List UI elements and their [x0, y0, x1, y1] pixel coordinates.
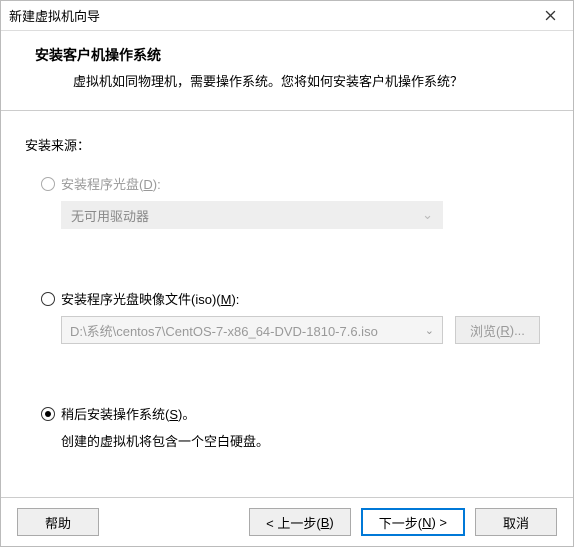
radio-installer-disc[interactable]: 安装程序光盘(D):: [41, 174, 549, 193]
wizard-footer: 帮助 < 上一步(B) 下一步(N) > 取消: [1, 497, 573, 546]
page-subheading: 虚拟机如同物理机，需要操作系统。您将如何安装客户机操作系统？: [73, 71, 553, 90]
radio-icon: [41, 407, 55, 421]
help-button[interactable]: 帮助: [17, 508, 99, 536]
radio-label-later: 稍后安装操作系统(S)。: [61, 404, 195, 423]
wizard-header: 安装客户机操作系统 虚拟机如同物理机，需要操作系统。您将如何安装客户机操作系统？: [1, 31, 573, 111]
drive-dropdown-text: 无可用驱动器: [71, 206, 149, 225]
next-button[interactable]: 下一步(N) >: [361, 508, 465, 536]
chevron-down-icon: ⌄: [425, 324, 434, 337]
radio-icon: [41, 292, 55, 306]
option-install-later: 稍后安装操作系统(S)。 创建的虚拟机将包含一个空白硬盘。: [41, 404, 549, 450]
window-title: 新建虚拟机向导: [1, 6, 100, 25]
install-source-label: 安装来源：: [25, 135, 549, 154]
radio-icon: [41, 177, 55, 191]
iso-path-input[interactable]: D:\系统\centos7\CentOS-7-x86_64-DVD-1810-7…: [61, 316, 443, 344]
chevron-down-icon: ⌄: [422, 207, 433, 223]
cancel-button[interactable]: 取消: [475, 508, 557, 536]
radio-label-disc: 安装程序光盘(D):: [61, 174, 161, 193]
radio-iso-image[interactable]: 安装程序光盘映像文件(iso)(M):: [41, 289, 549, 308]
radio-label-iso: 安装程序光盘映像文件(iso)(M):: [61, 289, 239, 308]
browse-button[interactable]: 浏览(R)...: [455, 316, 540, 344]
close-button[interactable]: [528, 1, 573, 30]
option-iso-image: 安装程序光盘映像文件(iso)(M): D:\系统\centos7\CentOS…: [41, 289, 549, 344]
wizard-content: 安装来源： 安装程序光盘(D): 无可用驱动器 ⌄ 安装程序光盘映像文件(iso…: [1, 111, 573, 497]
iso-row: D:\系统\centos7\CentOS-7-x86_64-DVD-1810-7…: [61, 316, 549, 344]
iso-path-text: D:\系统\centos7\CentOS-7-x86_64-DVD-1810-7…: [70, 321, 378, 340]
install-later-desc: 创建的虚拟机将包含一个空白硬盘。: [61, 431, 549, 450]
page-heading: 安装客户机操作系统: [35, 45, 553, 65]
close-icon: [545, 10, 556, 21]
back-button[interactable]: < 上一步(B): [249, 508, 351, 536]
wizard-window: 新建虚拟机向导 安装客户机操作系统 虚拟机如同物理机，需要操作系统。您将如何安装…: [0, 0, 574, 547]
drive-dropdown[interactable]: 无可用驱动器 ⌄: [61, 201, 443, 229]
radio-install-later[interactable]: 稍后安装操作系统(S)。: [41, 404, 549, 423]
option-installer-disc: 安装程序光盘(D): 无可用驱动器 ⌄: [41, 174, 549, 229]
titlebar: 新建虚拟机向导: [1, 1, 573, 31]
